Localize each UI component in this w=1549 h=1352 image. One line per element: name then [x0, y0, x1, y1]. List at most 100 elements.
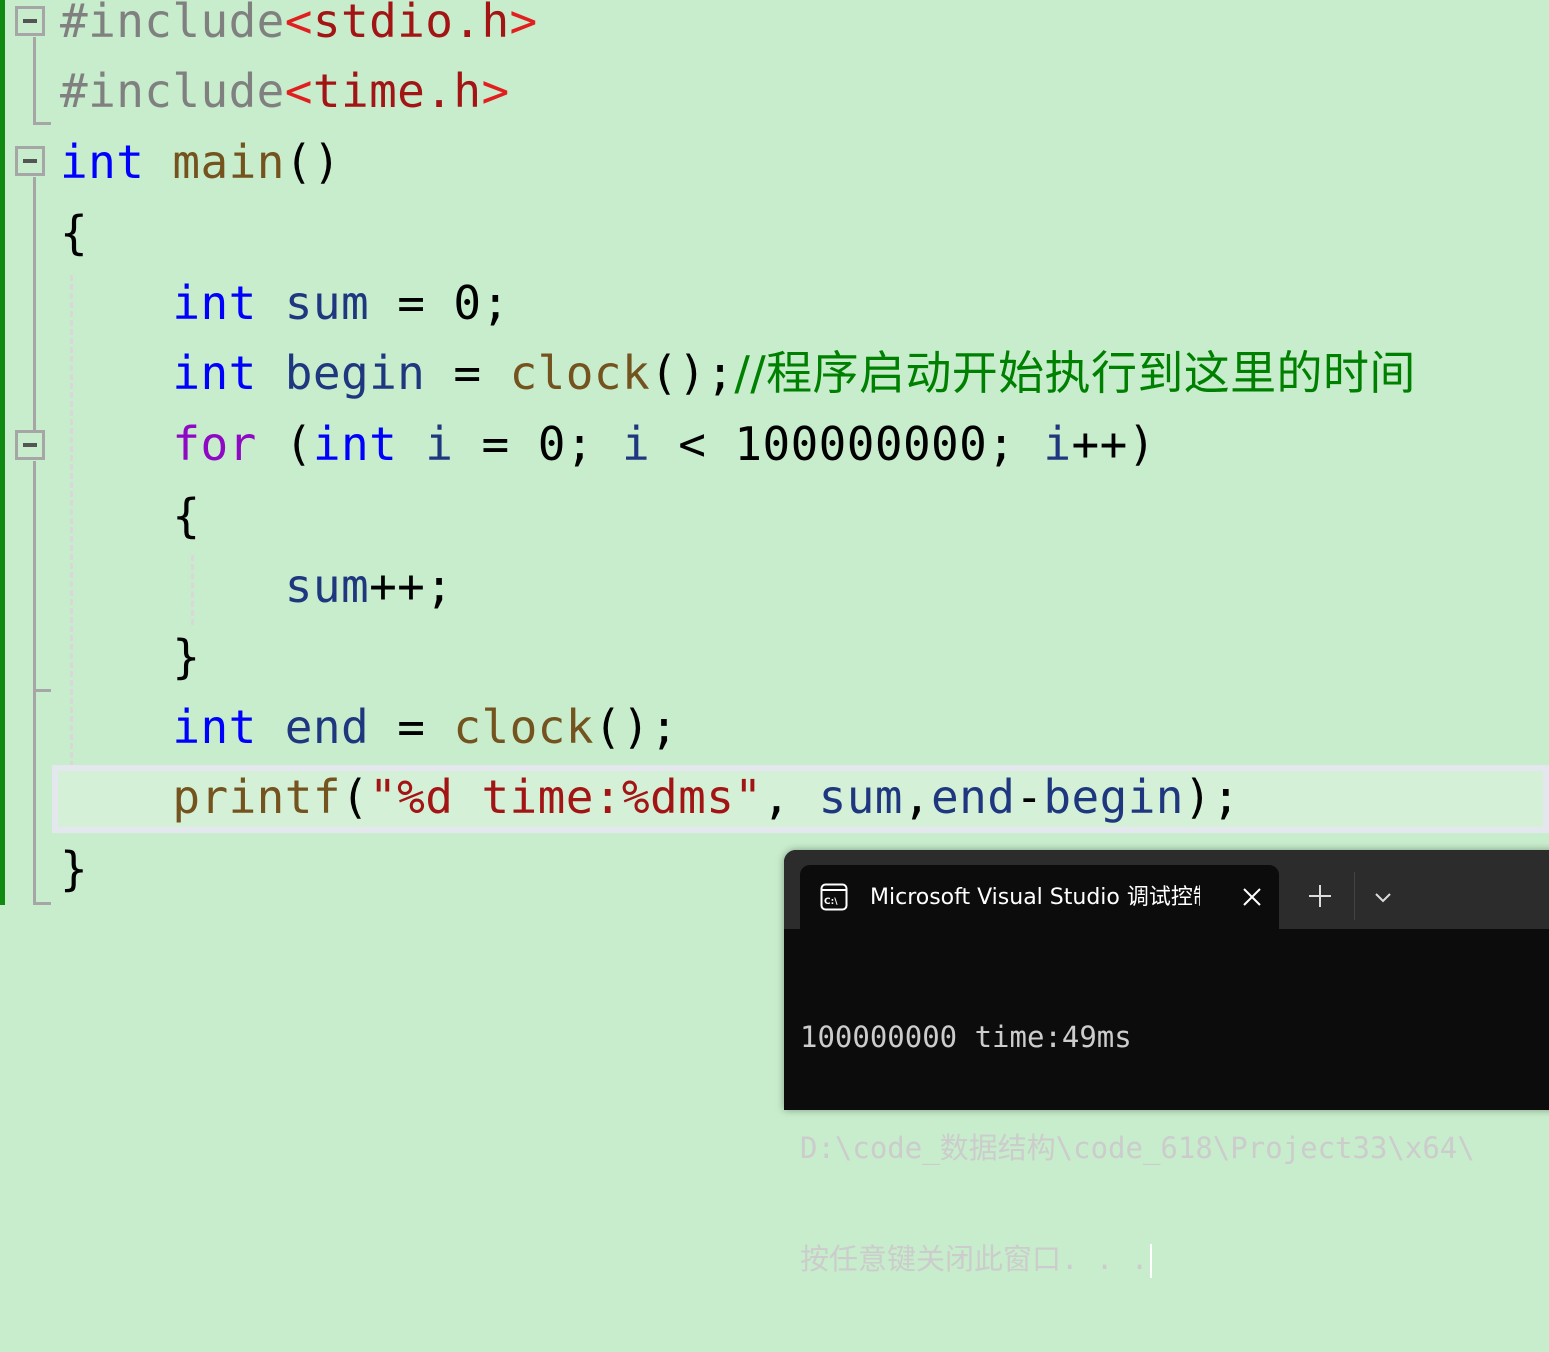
code-token: #include [60, 0, 285, 48]
code-token: main [172, 135, 285, 189]
code-token: time.h [312, 64, 482, 118]
code-token: < [284, 0, 313, 48]
code-token: < 100000000; [650, 417, 1044, 471]
code-token: end [284, 700, 370, 754]
code-line[interactable]: sum++; [60, 551, 453, 621]
text-cursor [1150, 1244, 1153, 1278]
console-window[interactable]: C:\ Microsoft Visual Studio 调试控制台 100000… [784, 850, 1549, 1278]
collapse-for-button[interactable] [15, 430, 45, 460]
svg-text:C:\: C:\ [824, 897, 838, 907]
code-token: i [425, 417, 454, 471]
code-token: int [312, 417, 398, 471]
collapse-main-button[interactable] [15, 146, 45, 176]
code-token: "%d time:%dms" [369, 770, 763, 824]
code-token: i [621, 417, 651, 471]
console-output-line: 100000000 time:49ms [800, 1020, 1132, 1054]
outline-line [33, 461, 36, 905]
plus-icon[interactable] [1306, 882, 1334, 910]
code-token: - [1015, 770, 1044, 824]
code-line[interactable]: for (int i = 0; i < 100000000; i++) [60, 409, 1156, 479]
code-token: for [172, 417, 257, 471]
code-token: ( [256, 417, 313, 471]
code-token: { [60, 206, 89, 260]
close-icon[interactable] [1240, 885, 1264, 909]
code-token: begin [284, 346, 426, 400]
outline-line-end [33, 689, 51, 692]
code-token: sum [284, 276, 370, 330]
code-line[interactable]: #include<stdio.h> [60, 0, 538, 56]
code-line[interactable]: printf("%d time:%dms", sum,end-begin); [60, 762, 1240, 832]
code-token: { [60, 489, 201, 543]
console-titlebar[interactable]: C:\ Microsoft Visual Studio 调试控制台 [784, 850, 1549, 929]
code-token: = [369, 700, 454, 754]
code-token: stdio.h [312, 0, 510, 48]
code-token: ++) [1071, 417, 1156, 471]
console-tab-title: Microsoft Visual Studio 调试控制台 [870, 885, 1200, 910]
code-token: int [60, 135, 145, 189]
collapse-includes-button[interactable] [15, 6, 45, 36]
code-line[interactable]: int end = clock(); [60, 692, 678, 762]
code-token: i [1043, 417, 1072, 471]
code-token: int [172, 346, 257, 400]
code-token: clock [453, 700, 594, 754]
code-token: (); [650, 346, 735, 400]
code-line[interactable]: int begin = clock();//程序启动开始执行到这里的时间 [60, 338, 1416, 408]
code-line[interactable]: #include<time.h> [60, 56, 510, 126]
code-line[interactable]: } [60, 834, 88, 904]
code-token: } [60, 630, 201, 684]
code-token: printf [172, 770, 341, 824]
code-token: begin [1043, 770, 1184, 824]
code-line[interactable]: int sum = 0; [60, 268, 510, 338]
code-token: #include [60, 64, 285, 118]
code-token: int [172, 276, 257, 330]
code-token: ); [1183, 770, 1241, 824]
code-line[interactable]: int main() [60, 127, 341, 197]
code-token: () [284, 135, 341, 189]
terminal-cmd-icon: C:\ [820, 883, 848, 911]
chevron-down-icon[interactable] [1372, 886, 1394, 908]
code-token: sum [284, 559, 370, 613]
code-token: > [481, 64, 510, 118]
code-token: , [902, 770, 932, 824]
code-token: sum [818, 770, 903, 824]
code-token: int [172, 700, 257, 754]
code-token: (); [593, 700, 679, 754]
titlebar-separator [1354, 872, 1355, 920]
code-token: //程序启动开始执行到这里的时间 [734, 346, 1416, 400]
outline-line [33, 177, 36, 430]
code-line[interactable]: { [60, 481, 200, 551]
console-output-line: D:\code_数据结构\code_618\Project33\x64\ [800, 1131, 1475, 1165]
code-token: = 0; [453, 417, 622, 471]
code-line[interactable]: } [60, 622, 200, 692]
code-token: = [425, 346, 510, 400]
code-token: = 0; [369, 276, 510, 330]
code-token: < [284, 64, 313, 118]
code-token: > [509, 0, 538, 48]
console-prompt: 按任意键关闭此窗口. . . [800, 1242, 1149, 1276]
code-line[interactable]: { [60, 198, 88, 268]
change-tracking-bar [0, 0, 5, 905]
code-token: clock [509, 346, 651, 400]
console-output: 100000000 time:49ms D:\code_数据结构\code_61… [800, 945, 1549, 1352]
console-output-line: 按任意键关闭此窗口. . . [800, 1241, 1549, 1278]
console-tab[interactable]: C:\ Microsoft Visual Studio 调试控制台 [800, 865, 1279, 929]
code-token: ++; [369, 559, 454, 613]
code-token: , [762, 770, 819, 824]
outline-line [33, 37, 36, 125]
outline-line-end [33, 122, 51, 125]
outline-line-end [33, 902, 51, 905]
code-token: } [60, 842, 89, 896]
code-token: ( [340, 770, 370, 824]
code-token: end [931, 770, 1016, 824]
